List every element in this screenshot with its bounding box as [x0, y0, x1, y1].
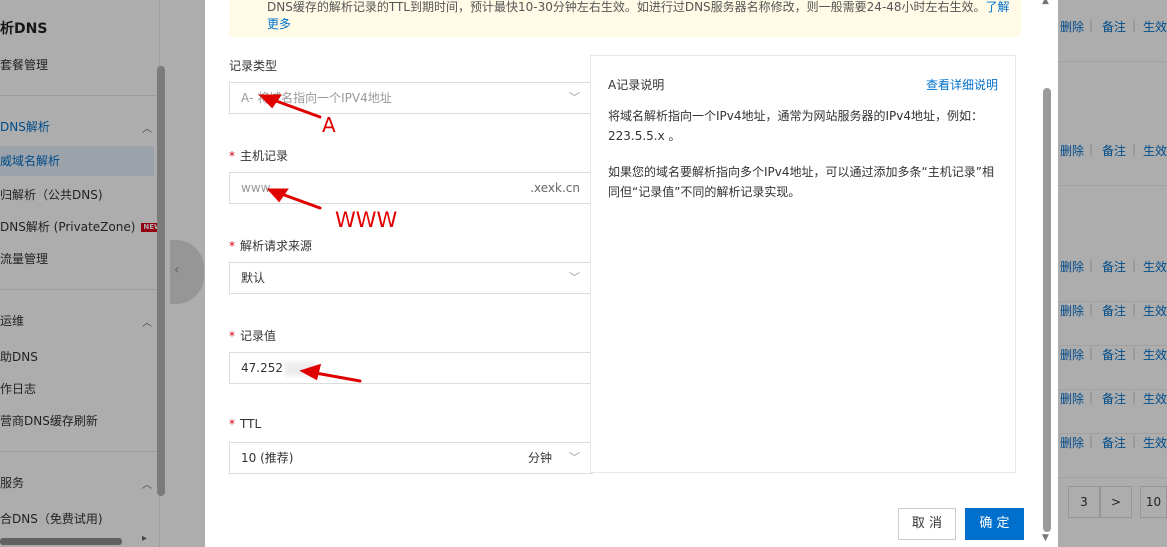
remark-link[interactable]: 备注 — [1102, 142, 1126, 159]
divider — [0, 289, 158, 290]
delete-link[interactable]: 删除 — [1060, 434, 1084, 451]
delete-link[interactable]: 删除 — [1060, 18, 1084, 35]
remark-link[interactable]: 备注 — [1102, 258, 1126, 275]
confirm-button[interactable]: 确 定 — [965, 508, 1024, 540]
delete-link[interactable]: 删除 — [1060, 142, 1084, 159]
source-value: 默认 — [241, 271, 266, 285]
record-type-label: 记录类型 — [229, 59, 278, 73]
chevron-up-icon[interactable]: ︿ — [142, 314, 152, 329]
sidebar-title: 析DNS — [0, 21, 48, 37]
table-row: 删除 | 备注 | 生效 — [1052, 390, 1167, 434]
sidebar-group-services[interactable]: 服务 — [0, 474, 24, 491]
sidebar-item-cache-refresh[interactable]: 营商DNS缓存刷新 — [0, 412, 98, 429]
host-record-value: www — [241, 181, 271, 195]
table-row: 删除 | 备注 | 生效 — [1052, 302, 1167, 346]
record-value-text: 47.252 — [241, 361, 283, 375]
domain-suffix: .xexk.cn — [530, 181, 580, 195]
add-record-dialog: DNS缓存的解析记录的TTL到期时间，预计最快10-30分钟左右生效。如进行过D… — [205, 0, 1058, 547]
table-row: 删除 | 备注 | 生效 — [1052, 142, 1167, 186]
ttl-unit-select[interactable]: 分钟 ﹀ — [516, 442, 593, 474]
source-select[interactable]: 默认 ﹀ — [229, 262, 593, 294]
table-row: 删除 | 备注 | 生效 — [1052, 434, 1167, 478]
pager-page-3[interactable]: 3 — [1068, 486, 1100, 518]
chevron-down-icon: ﹀ — [569, 91, 580, 104]
remark-link[interactable]: 备注 — [1102, 302, 1126, 319]
ttl-label: * TTL — [229, 417, 262, 431]
record-type-placeholder: A- 将域名指向一个IPV4地址 — [241, 91, 392, 105]
sidebar-item-oplog[interactable]: 作日志 — [0, 380, 36, 397]
effective-link[interactable]: 生效 — [1143, 390, 1167, 407]
delete-link[interactable]: 删除 — [1060, 390, 1084, 407]
table-row: 删除 | 备注 | 生效 — [1052, 346, 1167, 390]
table-row: 删除 | 备注 | 生效 — [1052, 18, 1167, 62]
chevron-down-icon: ﹀ — [569, 271, 580, 284]
sidebar: 析DNS 套餐管理 DNS解析 ︿ 威域名解析 归解析（公共DNS) DNS解析… — [0, 0, 165, 547]
chevron-left-icon: ‹ — [174, 262, 180, 278]
sidebar-item-free-trial[interactable]: 合DNS（免费试用) — [0, 510, 103, 527]
page-size-select[interactable]: 10 — [1140, 486, 1167, 518]
ttl-value: 10 (推荐) — [241, 451, 294, 465]
help-paragraph-1: 将域名解析指向一个IPv4地址，通常为网站服务器的IPv4地址，例如：223.5… — [608, 109, 984, 143]
redacted-ip — [285, 361, 315, 376]
ttl-input[interactable]: 10 (推荐) — [229, 442, 517, 474]
learn-more-link-b[interactable]: 更多 — [267, 17, 291, 31]
remark-link[interactable]: 备注 — [1102, 346, 1126, 363]
record-help-panel: A记录说明 查看详细说明 将域名解析指向一个IPv4地址，通常为网站服务器的IP… — [590, 55, 1016, 473]
host-record-label: * 主机记录 — [229, 149, 289, 163]
help-paragraph-2: 如果您的域名要解析指向多个IPv4地址，可以通过添加多条“主机记录”相同但“记录… — [608, 165, 994, 199]
chevron-up-icon[interactable]: ︿ — [142, 120, 152, 135]
sidebar-item-label: DNS解析 (PrivateZone) — [0, 220, 136, 234]
sidebar-group-ops[interactable]: 运维 — [0, 312, 24, 329]
notice-text: DNS缓存的解析记录的TTL到期时间，预计最快10-30分钟左右生效。如进行过D… — [267, 0, 986, 14]
source-label: * 解析请求来源 — [229, 239, 313, 253]
sidebar-collapse-toggle[interactable]: ‹ — [170, 240, 204, 304]
pager-next-button[interactable]: > — [1100, 486, 1132, 518]
sidebar-item-label: 威域名解析 — [0, 154, 61, 168]
effective-link[interactable]: 生效 — [1143, 258, 1167, 275]
cancel-button[interactable]: 取 消 — [898, 508, 956, 540]
record-value-label: * 记录值 — [229, 329, 277, 343]
record-value-input[interactable]: 47.252 — [229, 352, 593, 384]
help-title: A记录说明 — [608, 78, 665, 92]
view-details-link[interactable]: 查看详细说明 — [926, 76, 998, 93]
chevron-down-icon: ﹀ — [569, 451, 580, 464]
delete-link[interactable]: 删除 — [1060, 346, 1084, 363]
sidebar-item-traffic[interactable]: 流量管理 — [0, 250, 48, 267]
scroll-down-icon[interactable]: ▼ — [1042, 533, 1049, 543]
host-record-input[interactable]: www .xexk.cn — [229, 172, 593, 204]
record-type-select[interactable]: A- 将域名指向一个IPV4地址 ﹀ — [229, 82, 593, 114]
effective-link[interactable]: 生效 — [1143, 434, 1167, 451]
scroll-up-icon[interactable]: ▲ — [1042, 0, 1049, 6]
annotation-a: A — [322, 113, 336, 137]
horizontal-scrollbar[interactable] — [0, 538, 122, 545]
sidebar-item-domain-resolution[interactable]: 威域名解析 — [0, 146, 154, 176]
effective-link[interactable]: 生效 — [1143, 142, 1167, 159]
sidebar-item-public-dns[interactable]: 归解析（公共DNS) — [0, 186, 103, 203]
table-row: 删除 | 备注 | 生效 — [1052, 258, 1167, 302]
dialog-scrollbar[interactable] — [1043, 88, 1051, 532]
remark-link[interactable]: 备注 — [1102, 18, 1126, 35]
ttl-unit-value: 分钟 — [528, 451, 553, 465]
remark-link[interactable]: 备注 — [1102, 434, 1126, 451]
sidebar-scrollbar[interactable] — [157, 66, 165, 496]
annotation-www: WWW — [335, 208, 398, 232]
sidebar-item-plan[interactable]: 套餐管理 — [0, 56, 48, 73]
ttl-notice: DNS缓存的解析记录的TTL到期时间，预计最快10-30分钟左右生效。如进行过D… — [229, 0, 1021, 37]
remark-link[interactable]: 备注 — [1102, 390, 1126, 407]
delete-link[interactable]: 删除 — [1060, 258, 1084, 275]
chevron-up-icon[interactable]: ︿ — [142, 476, 152, 491]
delete-link[interactable]: 删除 — [1060, 302, 1084, 319]
effective-link[interactable]: 生效 — [1143, 346, 1167, 363]
sidebar-item-privatezone[interactable]: DNS解析 (PrivateZone) NEW — [0, 218, 164, 235]
divider — [0, 451, 158, 452]
effective-link[interactable]: 生效 — [1143, 18, 1167, 35]
learn-more-link-a[interactable]: 了解 — [986, 0, 1010, 14]
effective-link[interactable]: 生效 — [1143, 302, 1167, 319]
sidebar-item-help-dns[interactable]: 助DNS — [0, 348, 38, 365]
sidebar-group-dns[interactable]: DNS解析 — [0, 118, 50, 135]
scroll-right-icon[interactable]: ▸ — [142, 533, 147, 544]
divider — [0, 95, 158, 96]
